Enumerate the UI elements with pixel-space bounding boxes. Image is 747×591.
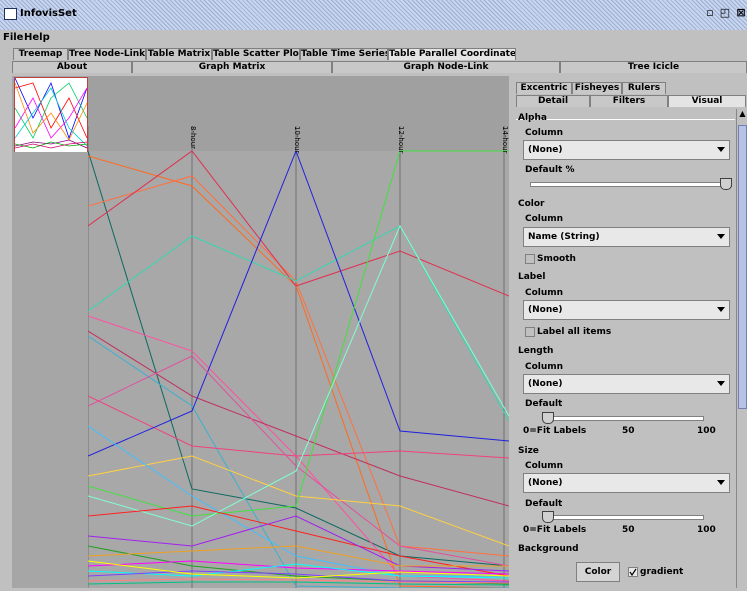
chevron-down-icon — [717, 307, 725, 312]
alpha-title: Alpha — [518, 113, 547, 123]
view-tabs-row1: Treemap Tree Node-Link Table Matrix Tabl… — [0, 48, 747, 61]
size-default-slider[interactable] — [546, 515, 704, 520]
close-icon[interactable]: ⊠ — [735, 7, 747, 19]
size-tick-max: 100 — [697, 525, 716, 535]
tab-visual[interactable]: Visual — [668, 95, 746, 107]
size-column-value: (None) — [528, 478, 563, 488]
background-color-button[interactable]: Color — [576, 562, 620, 582]
size-tick-mid: 50 — [622, 525, 635, 535]
control-tabs-top: Excentric Fisheyes Rulers — [0, 82, 747, 95]
axis-label-8-hour: 8-hour — [189, 126, 197, 150]
chevron-down-icon — [717, 480, 725, 485]
color-column-label: Column — [525, 214, 564, 224]
size-title: Size — [518, 446, 539, 456]
length-column-value: (None) — [528, 379, 563, 389]
label-column-label: Column — [525, 288, 564, 298]
label-column-select[interactable]: (None) — [523, 300, 730, 320]
color-column-value: Name (String) — [528, 232, 600, 242]
control-tabs-bottom: Detail Filters Visual — [0, 95, 747, 108]
length-tick-mid: 50 — [622, 426, 635, 436]
app-window-icon — [4, 8, 17, 20]
label-title: Label — [518, 272, 546, 282]
color-column-select[interactable]: Name (String) — [523, 227, 730, 247]
minimize-icon[interactable]: ▫ — [704, 7, 716, 19]
menu-help[interactable]: Help — [24, 32, 50, 43]
tab-detail[interactable]: Detail — [516, 95, 590, 107]
tab-tree-node-link[interactable]: Tree Node-Link — [68, 48, 146, 60]
menu-file[interactable]: File — [3, 32, 23, 43]
chevron-down-icon — [717, 234, 725, 239]
tab-table-scatter-plot[interactable]: Table Scatter Plot — [212, 48, 300, 60]
smooth-checkbox[interactable] — [525, 254, 535, 264]
length-slider-knob[interactable] — [542, 412, 554, 424]
tab-graph-matrix[interactable]: Graph Matrix — [132, 61, 332, 73]
tab-graph-node-link[interactable]: Graph Node-Link — [332, 61, 560, 73]
chevron-down-icon — [717, 147, 725, 152]
alpha-slider-knob[interactable] — [720, 178, 732, 190]
tab-table-parallel-coordinates[interactable]: Table Parallel Coordinates — [388, 48, 516, 60]
scroll-up-icon[interactable]: ▲ — [738, 109, 747, 121]
length-column-select[interactable]: (None) — [523, 374, 730, 394]
tab-excentric[interactable]: Excentric — [516, 82, 572, 94]
tab-fisheyes[interactable]: Fisheyes — [572, 82, 622, 94]
tab-treemap[interactable]: Treemap — [13, 48, 68, 60]
alpha-default-slider[interactable] — [530, 182, 732, 187]
length-column-label: Column — [525, 362, 564, 372]
background-title: Background — [518, 544, 579, 554]
tab-filters[interactable]: Filters — [590, 95, 668, 107]
control-panel-scrollbar[interactable]: ▲ — [736, 109, 747, 588]
size-tick-min: 0=Fit Labels — [523, 525, 587, 535]
check-icon — [629, 568, 637, 577]
left-margin — [12, 152, 88, 588]
alpha-default-label: Default % — [525, 165, 575, 175]
length-tick-min: 0=Fit Labels — [523, 426, 587, 436]
length-tick-max: 100 — [697, 426, 716, 436]
gradient-checkbox[interactable] — [628, 567, 638, 577]
alpha-column-value: (None) — [528, 145, 563, 155]
axis-label-14-hour: 14-hour — [501, 126, 509, 154]
length-title: Length — [518, 346, 554, 356]
axis-label-10-hour: 10-hour — [293, 126, 301, 154]
label-all-items-label: Label all items — [537, 327, 612, 337]
size-column-label: Column — [525, 461, 564, 471]
maximize-icon[interactable]: ◰ — [719, 7, 731, 19]
alpha-column-label: Column — [525, 128, 564, 138]
view-tabs-row2: About Graph Matrix Graph Node-Link Tree … — [0, 61, 747, 74]
label-column-value: (None) — [528, 305, 563, 315]
tab-rulers[interactable]: Rulers — [622, 82, 666, 94]
tab-table-time-series[interactable]: Table Time Series — [300, 48, 388, 60]
tab-about[interactable]: About — [12, 61, 132, 73]
size-column-select[interactable]: (None) — [523, 473, 730, 493]
gradient-label: gradient — [640, 567, 684, 577]
window-title: InfovisSet — [20, 8, 77, 19]
size-slider-knob[interactable] — [542, 511, 554, 523]
smooth-label: Smooth — [537, 254, 576, 264]
title-bar: InfovisSet ▫ ◰ ⊠ — [0, 0, 747, 30]
length-default-slider[interactable] — [546, 416, 704, 421]
tab-table-matrix[interactable]: Table Matrix — [146, 48, 212, 60]
parallel-coordinates-plot[interactable]: 8-hour 10-hour 12-hour 14-hour — [87, 76, 510, 589]
color-title: Color — [518, 199, 545, 209]
size-default-label: Default — [525, 499, 563, 509]
axis-label-12-hour: 12-hour — [397, 126, 405, 154]
tab-tree-icicle[interactable]: Tree Icicle — [560, 61, 747, 73]
menu-bar: File Help — [0, 30, 747, 46]
alpha-column-select[interactable]: (None) — [523, 140, 730, 160]
chevron-down-icon — [717, 381, 725, 386]
label-all-items-checkbox[interactable] — [525, 327, 535, 337]
length-default-label: Default — [525, 399, 563, 409]
scrollbar-thumb[interactable] — [738, 125, 747, 409]
